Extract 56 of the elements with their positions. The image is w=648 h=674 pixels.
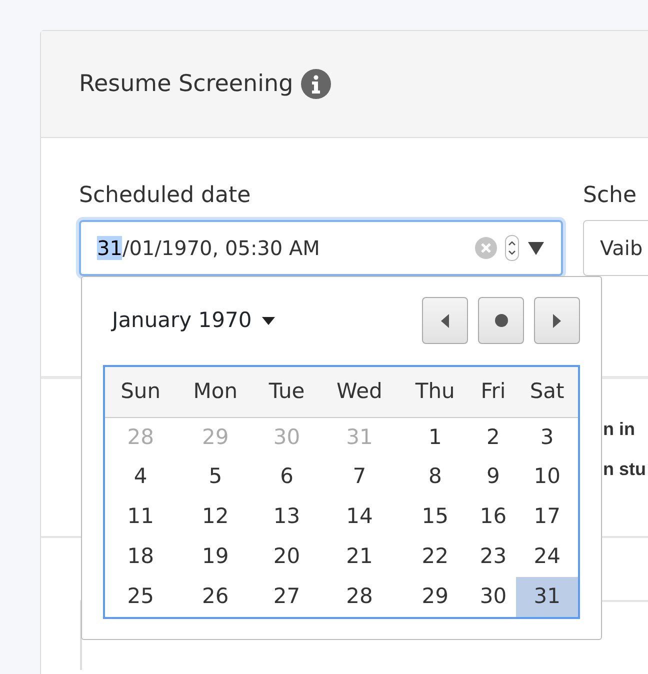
calendar-day[interactable]: 16 (470, 497, 516, 537)
calendar-day[interactable]: 6 (254, 457, 319, 497)
calendar-day[interactable]: 25 (105, 577, 176, 617)
weekday-header: Thu (400, 367, 470, 417)
calendar-day[interactable]: 31 (516, 577, 578, 617)
calendar-day[interactable]: 3 (516, 417, 578, 457)
calendar-day[interactable]: 27 (254, 577, 319, 617)
calendar-day[interactable]: 18 (105, 537, 176, 577)
weekday-header: Wed (318, 367, 400, 417)
calendar-day[interactable]: 4 (105, 457, 176, 497)
calendar-day[interactable]: 12 (176, 497, 255, 537)
weekday-header: Sat (516, 367, 578, 417)
calendar-day[interactable]: 11 (105, 497, 176, 537)
calendar-day[interactable]: 15 (400, 497, 470, 537)
calendar-day[interactable]: 5 (176, 457, 255, 497)
dropdown-icon[interactable] (527, 241, 545, 255)
caret-icon (262, 316, 275, 324)
field-label: Sche (583, 182, 638, 210)
weekday-header: Fri (470, 367, 516, 417)
calendar-day[interactable]: 17 (516, 497, 578, 537)
calendar-day[interactable]: 1 (400, 417, 470, 457)
calendar-day[interactable]: 23 (470, 537, 516, 577)
next-month-button[interactable] (534, 297, 580, 344)
left-triangle-icon (441, 314, 449, 328)
calendar-day[interactable]: 30 (470, 577, 516, 617)
dot-icon (494, 314, 508, 327)
today-button[interactable] (478, 297, 524, 344)
month-dropdown[interactable]: January 1970 (112, 304, 275, 336)
calendar-day[interactable]: 10 (516, 457, 578, 497)
calendar-day[interactable]: 7 (318, 457, 400, 497)
date-input-field[interactable]: Vaib (583, 220, 648, 276)
weekday-header: Sun (105, 367, 176, 417)
calendar-day[interactable]: 24 (516, 537, 578, 577)
date-input-field[interactable]: 31/01/1970, 05:30 AM (79, 220, 563, 276)
calendar-day[interactable]: 26 (176, 577, 255, 617)
calendar-day[interactable]: 29 (400, 577, 470, 617)
calendar-day[interactable]: 20 (254, 537, 319, 577)
weekday-header: Tue (254, 367, 319, 417)
calendar-day[interactable]: 28 (318, 577, 400, 617)
spinner-icon[interactable] (505, 235, 519, 261)
calendar-day[interactable]: 14 (318, 497, 400, 537)
calendar-day[interactable]: 19 (176, 537, 255, 577)
calendar-day[interactable]: 8 (400, 457, 470, 497)
calendar-day[interactable]: 21 (318, 537, 400, 577)
calendar-day[interactable]: 2 (470, 417, 516, 457)
card-title: Resume Screening (79, 70, 294, 99)
calendar-day[interactable]: 22 (400, 537, 470, 577)
calendar-day[interactable]: 9 (470, 457, 516, 497)
cell-text: n in (603, 418, 636, 441)
field-label: Scheduled date (79, 182, 252, 210)
right-triangle-icon (553, 314, 561, 328)
weekday-header: Mon (176, 367, 255, 417)
previous-month-button[interactable] (422, 297, 468, 344)
calendar-day[interactable]: 13 (254, 497, 319, 537)
cell-text: n stu (603, 458, 647, 481)
info-icon[interactable] (301, 69, 332, 99)
